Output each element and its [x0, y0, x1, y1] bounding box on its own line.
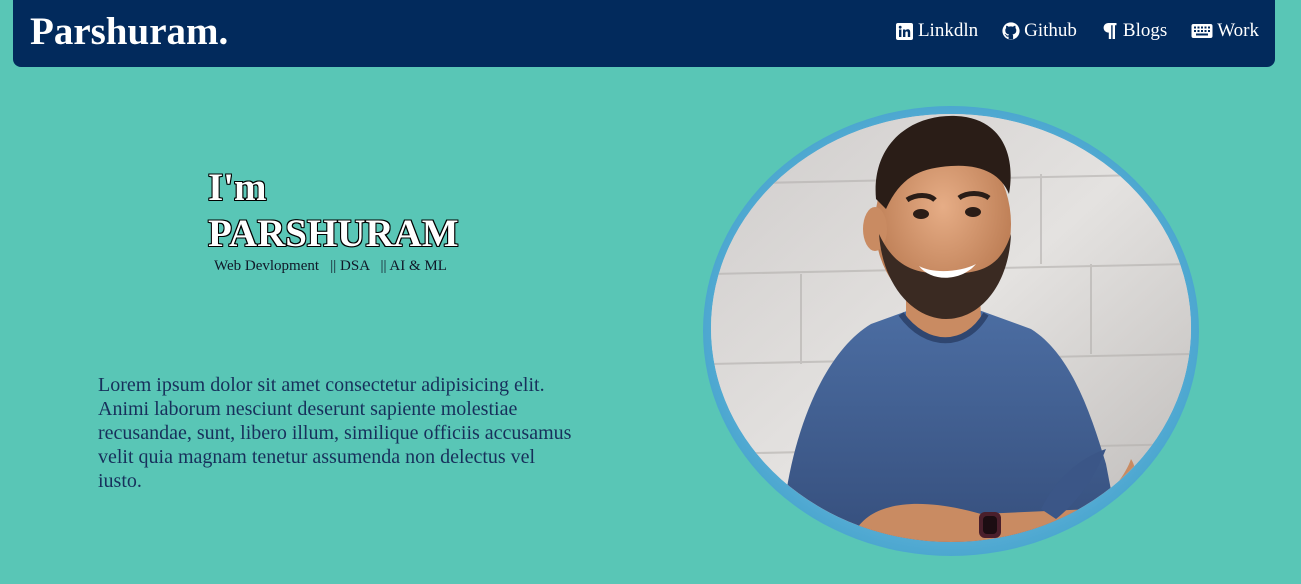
nav-link-blogs[interactable]: Blogs	[1101, 18, 1167, 44]
nav-link-github[interactable]: Github	[1002, 18, 1077, 44]
nav-links: Linkdln Github Blogs Work	[896, 18, 1259, 44]
nav-link-label: Blogs	[1122, 20, 1168, 41]
paragraph-icon	[1101, 22, 1119, 40]
keyboard-icon	[1191, 22, 1213, 40]
hero-name: PARSHURAM	[208, 212, 459, 255]
navbar: Parshuram. Linkdln Github Blogs Work	[13, 0, 1275, 67]
hero-skills: Web Devlopment || DSA || AI & ML	[214, 258, 447, 274]
nav-link-work[interactable]: Work	[1191, 18, 1259, 44]
about-text: Lorem ipsum dolor sit amet consectetur a…	[98, 374, 572, 492]
nav-link-label: Github	[1024, 20, 1077, 41]
profile-photo	[711, 114, 1191, 542]
nav-link-linkedin[interactable]: Linkdln	[896, 18, 978, 44]
nav-link-label: Work	[1217, 20, 1259, 41]
linkedin-icon	[896, 22, 914, 40]
brand-logo[interactable]: Parshuram.	[30, 8, 228, 56]
nav-link-label: Linkdln	[917, 20, 979, 41]
github-icon	[1002, 22, 1020, 40]
hero-greeting: I'm	[208, 166, 267, 209]
